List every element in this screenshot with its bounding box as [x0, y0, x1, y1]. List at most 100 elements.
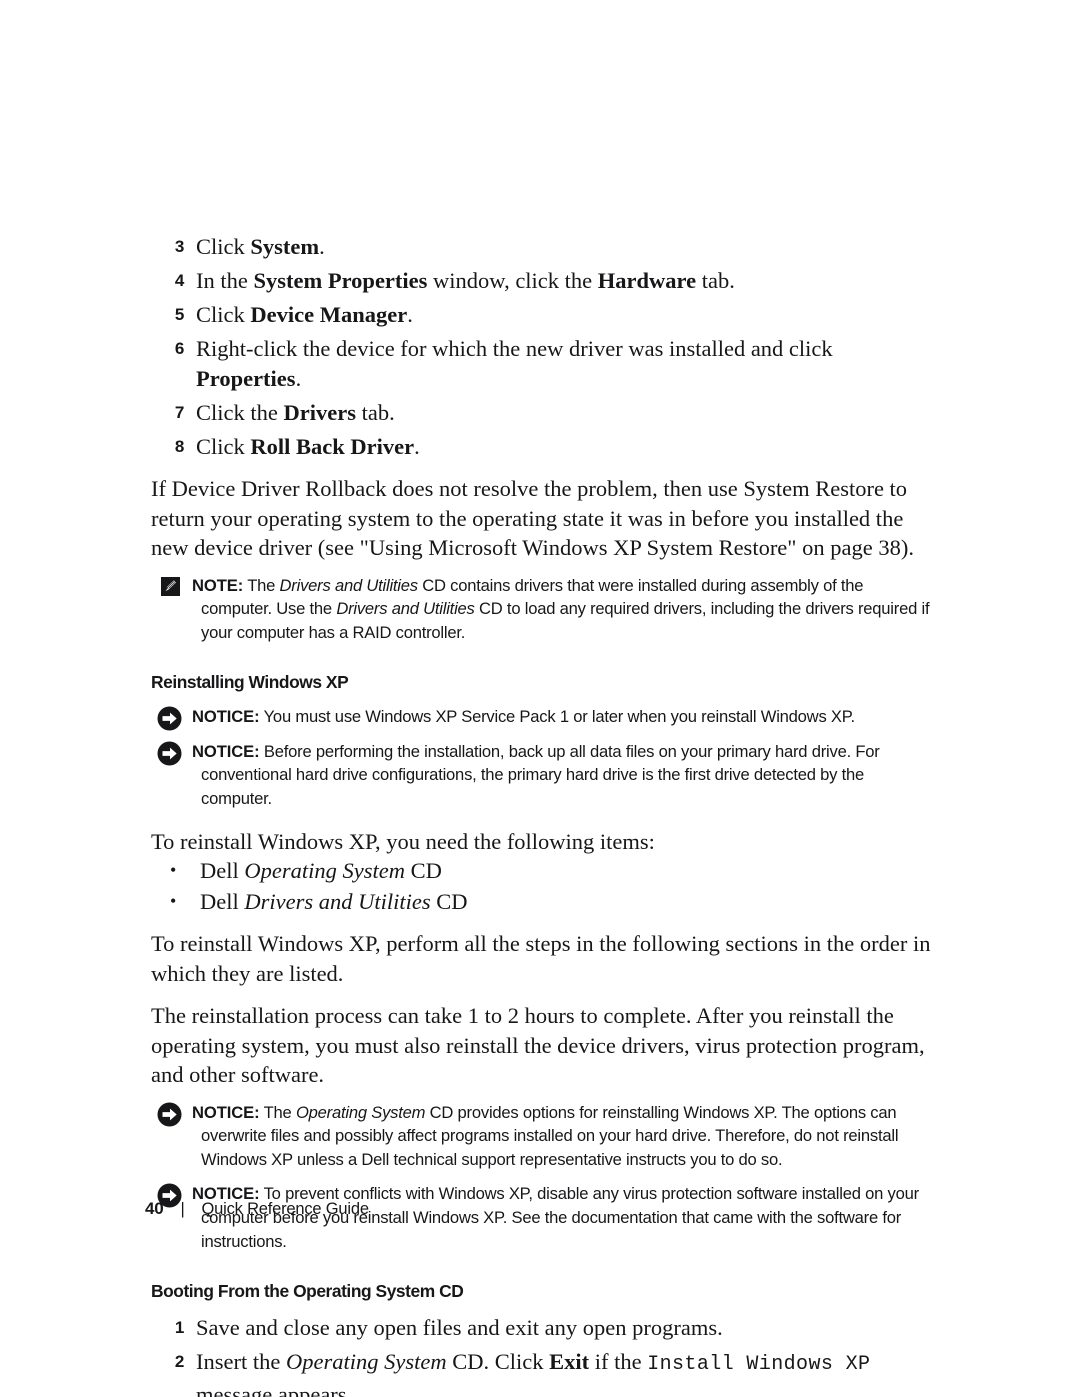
notice-overwrite: NOTICE: The Operating System CD provides… [151, 1101, 933, 1172]
paragraph-rollback: If Device Driver Rollback does not resol… [151, 476, 914, 560]
bullet-text-italic: Operating System [244, 858, 405, 884]
step-text-bold: System [250, 234, 320, 259]
list-item: 2 Insert the Operating System CD. Click … [151, 1347, 933, 1397]
bullet-text-italic: Drivers and Utilities [244, 888, 431, 914]
paragraph-order: To reinstall Windows XP, perform all the… [151, 931, 931, 986]
list-item: 4 In the System Properties window, click… [151, 266, 933, 296]
notice-service-pack: NOTICE: You must use Windows XP Service … [151, 705, 933, 731]
bullet-icon: • [170, 890, 177, 911]
step-text-part: Click [196, 234, 251, 259]
step-text-part: . [295, 365, 302, 391]
paragraph-items-intro: To reinstall Windows XP, you need the fo… [151, 828, 655, 854]
list-item: 5 Click Device Manager. [151, 300, 933, 330]
list-item: 8 Click Roll Back Driver. [151, 432, 933, 462]
step-text: Click the Drivers tab. [196, 398, 933, 428]
items-bullet-list: • Dell Operating System CD • Dell Driver… [151, 856, 933, 916]
footer-title: Quick Reference Guide [201, 1200, 370, 1218]
page-content: 3 Click System. 4 In the System Properti… [151, 232, 933, 1397]
page-footer: 40 | Quick Reference Guide [145, 1199, 369, 1219]
step-number: 2 [174, 1352, 184, 1372]
footer-page-number: 40 [145, 1199, 164, 1218]
notice-text: You must use Windows XP Service Pack 1 o… [259, 707, 856, 727]
notice-label: NOTICE: [192, 1102, 260, 1122]
notice-text: Before performing the installation, back… [201, 741, 880, 809]
list-item: • Dell Drivers and Utilities CD [151, 887, 933, 917]
step-number: 6 [174, 339, 184, 358]
step-text-part: Click [196, 302, 251, 327]
bullet-text-part: Dell [200, 888, 245, 914]
note-text-italic: Drivers and Utilities [336, 599, 475, 619]
list-item: 6 Right-click the device for which the n… [151, 334, 933, 393]
notice-arrow-icon [157, 741, 182, 766]
step-text-part: message appears. [196, 1381, 353, 1397]
step-text: Click Roll Back Driver. [196, 432, 933, 462]
notice-body: NOTICE: You must use Windows XP Service … [192, 705, 933, 729]
step-text-monospace: Install Windows XP [647, 1353, 871, 1377]
step-text: Click Device Manager. [196, 300, 933, 330]
step-text-part: Insert the [196, 1349, 286, 1375]
note-text-italic: Drivers and Utilities [279, 575, 419, 595]
list-item: • Dell Operating System CD [151, 856, 933, 886]
note-pencil-icon [161, 576, 180, 596]
step-number: 4 [174, 271, 184, 290]
bullet-icon: • [170, 860, 177, 881]
notice-text-italic: Operating System [295, 1102, 426, 1122]
step-text-bold: Device Manager [250, 302, 408, 327]
note-body: NOTE: The Drivers and Utilities CD conta… [192, 574, 933, 645]
step-text: Click System. [196, 232, 933, 262]
notice-label: NOTICE: [192, 707, 260, 727]
step-text-part: Click the [196, 399, 284, 425]
list-item: 7 Click the Drivers tab. [151, 398, 933, 428]
step-text-part: window, click the [427, 268, 598, 293]
paragraph-duration: The reinstallation process can take 1 to… [151, 1003, 925, 1088]
step-text-bold: Exit [549, 1349, 590, 1375]
step-number: 7 [174, 402, 184, 422]
bullet-text-part: CD [404, 858, 442, 884]
step-number: 3 [174, 237, 184, 256]
step-text: Insert the Operating System CD. Click Ex… [196, 1347, 933, 1397]
footer-separator: | [180, 1200, 185, 1218]
heading-reinstalling-windows-xp: Reinstalling Windows XP [151, 672, 349, 693]
notice-arrow-icon [157, 706, 182, 731]
step-text: Save and close any open files and exit a… [196, 1315, 723, 1341]
step-text-part: Right-click the device for which the new… [196, 336, 833, 361]
bullet-text: Dell Operating System CD [200, 858, 442, 883]
list-item: 3 Click System. [151, 232, 933, 262]
note-drivers-utilities: NOTE: The Drivers and Utilities CD conta… [151, 574, 933, 645]
step-text: Right-click the device for which the new… [196, 334, 933, 393]
notice-backup: NOTICE: Before performing the installati… [151, 740, 933, 811]
note-label: NOTE: [192, 575, 244, 595]
step-text-part: . [407, 302, 413, 327]
step-text-part: CD. Click [446, 1349, 550, 1375]
step-number: 1 [174, 1318, 184, 1338]
step-text-bold: Properties [196, 365, 296, 391]
step-text-bold: Roll Back Driver [250, 433, 415, 459]
numbered-step-list-1: 3 Click System. 4 In the System Properti… [151, 232, 933, 461]
step-text-part: Click [196, 433, 251, 459]
step-text-part: . [414, 433, 420, 459]
notice-body: NOTICE: Before performing the installati… [192, 740, 933, 811]
heading-booting-from-operating-system-cd: Booting From the Operating System CD [151, 1281, 464, 1302]
notice-label: NOTICE: [192, 741, 260, 761]
document-page: 3 Click System. 4 In the System Properti… [0, 0, 1080, 1397]
bullet-text-part: Dell [200, 858, 245, 884]
step-text-part: if the [589, 1349, 648, 1375]
step-text-italic: Operating System [285, 1349, 447, 1375]
step-text-bold: Drivers [283, 399, 356, 425]
step-text-bold: System Properties [253, 268, 428, 293]
list-item: 1 Save and close any open files and exit… [151, 1313, 933, 1343]
step-text-part: In the [196, 268, 254, 293]
step-text-part: . [319, 234, 325, 259]
step-text-bold: Hardware [597, 268, 697, 293]
notice-text-part: The [259, 1102, 296, 1122]
bullet-text-part: CD [430, 888, 468, 914]
bullet-text: Dell Drivers and Utilities CD [200, 889, 468, 914]
notice-body: NOTICE: The Operating System CD provides… [192, 1101, 933, 1172]
note-text-part: The [243, 575, 280, 595]
step-text: In the System Properties window, click t… [196, 266, 933, 296]
step-text-part: tab. [355, 399, 395, 425]
step-number: 8 [174, 436, 184, 456]
numbered-step-list-2: 1 Save and close any open files and exit… [151, 1313, 933, 1397]
